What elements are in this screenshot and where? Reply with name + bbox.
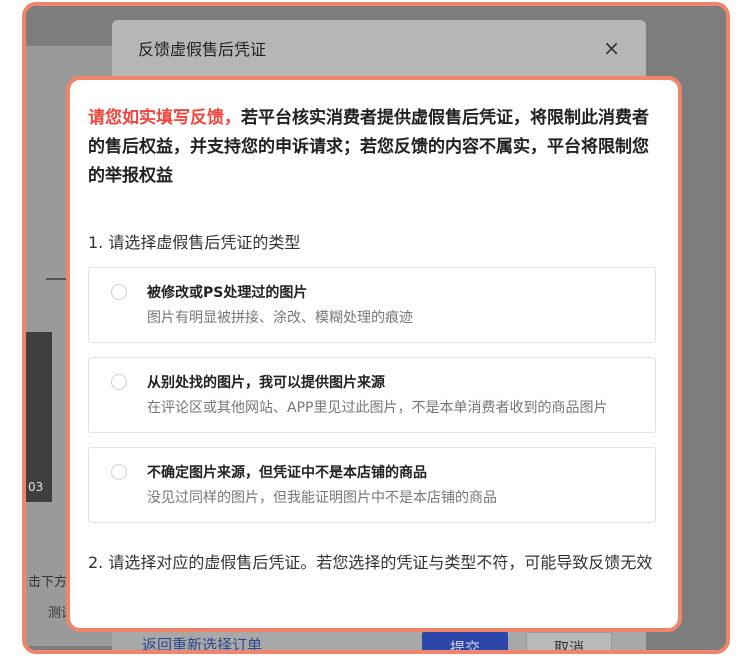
option-not-store-product[interactable]: 不确定图片来源，但凭证中不是本店铺的商品 没见过同样的图片，但我能证明图片中不是… [88,447,656,523]
report-dialog-header: 反馈虚假售后凭证 × [112,20,646,76]
option-description: 图片有明显被拼接、涂改、模糊处理的痕迹 [147,310,413,326]
radio-icon[interactable] [111,464,127,480]
option-title: 不确定图片来源，但凭证中不是本店铺的商品 [147,465,427,481]
option-description: 在评论区或其他网站、APP里见过此图片，不是本单消费者收到的商品图片 [147,400,608,416]
submit-button[interactable]: 提交 [422,632,508,650]
cancel-button[interactable]: 取消 [526,632,612,650]
guide-popup: 请您如实填写反馈，若平台核实消费者提供虚假售后凭证，将限制此消费者的售后权益，并… [66,76,682,632]
back-to-order-link[interactable]: 返回重新选择订单 [142,634,262,651]
question-1-title: 1. 请选择虚假售后凭证的类型 [88,233,301,252]
question-2-title: 2. 请选择对应的虚假售后凭证。若您选择的凭证与类型不符，可能导致反馈无效 [88,553,653,572]
report-dialog-title: 反馈虚假售后凭证 [138,40,267,59]
option-description: 没见过同样的图片，但我能证明图片中不是本店铺的商品 [147,490,497,506]
option-ps-image[interactable]: 被修改或PS处理过的图片 图片有明显被拼接、涂改、模糊处理的痕迹 [88,267,656,343]
notice-warning: 请您如实填写反馈， [88,108,241,128]
radio-icon[interactable] [111,284,127,300]
background-video-thumbnail [26,332,52,502]
option-title: 从别处找的图片，我可以提供图片来源 [147,375,385,391]
radio-icon[interactable] [111,374,127,390]
option-title: 被修改或PS处理过的图片 [147,285,308,301]
background-text: 击下方 [28,575,68,590]
close-icon[interactable]: × [603,36,620,60]
background-video-time: 03 [28,480,44,494]
notice-text: 请您如实填写反馈，若平台核实消费者提供虚假售后凭证，将限制此消费者的售后权益，并… [88,104,660,191]
option-image-from-elsewhere[interactable]: 从别处找的图片，我可以提供图片来源 在评论区或其他网站、APP里见过此图片，不是… [88,357,656,433]
